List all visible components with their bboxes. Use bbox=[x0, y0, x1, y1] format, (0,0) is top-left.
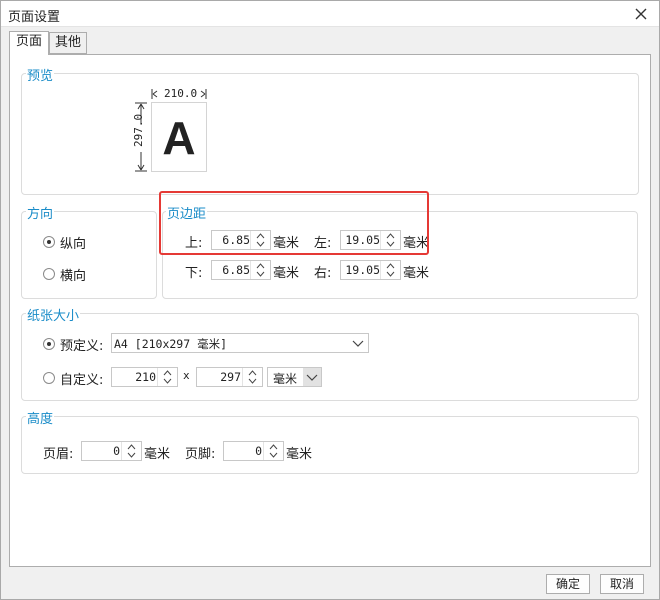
orientation-label: 方向 bbox=[26, 203, 55, 222]
chevron-up-icon[interactable] bbox=[158, 368, 177, 377]
custom-width-spinner[interactable]: 210 bbox=[111, 367, 178, 387]
preview-label: 预览 bbox=[26, 65, 55, 84]
spinner-buttons bbox=[250, 261, 270, 279]
ok-button[interactable]: 确定 bbox=[546, 574, 590, 594]
paper-size-label: 纸张大小 bbox=[26, 305, 81, 324]
page-setup-dialog: 页面设置 页面 其他 预览 210.0 297.0 A 方向 纵向 横向 页边距… bbox=[0, 0, 660, 600]
paper-size-select[interactable]: A4 [210x297 毫米] bbox=[111, 333, 369, 353]
footer-unit: 毫米 bbox=[286, 447, 313, 462]
custom-unit-value: 毫米 bbox=[273, 372, 298, 386]
height-label: 高度 bbox=[26, 408, 55, 427]
header-label: 页眉: bbox=[43, 447, 74, 462]
chevron-up-icon[interactable] bbox=[243, 368, 262, 377]
preview-width: 210.0 bbox=[163, 87, 199, 100]
spinner-buttons bbox=[380, 231, 400, 249]
header-spinner[interactable]: 0 bbox=[81, 441, 142, 461]
top-margin-spinner[interactable]: 6.85 bbox=[211, 230, 271, 250]
right-margin-spinner[interactable]: 19.05 bbox=[340, 260, 401, 280]
cancel-button[interactable]: 取消 bbox=[600, 574, 644, 594]
close-icon[interactable] bbox=[631, 4, 651, 24]
tab-other[interactable]: 其他 bbox=[49, 32, 87, 54]
bottom-margin-label: 下: bbox=[185, 266, 203, 281]
chevron-up-icon[interactable] bbox=[264, 442, 283, 451]
header-unit: 毫米 bbox=[144, 447, 171, 462]
left-margin-unit: 毫米 bbox=[403, 236, 430, 251]
footer-label: 页脚: bbox=[185, 447, 216, 462]
chevron-up-icon[interactable] bbox=[122, 442, 141, 451]
chevron-down-icon[interactable] bbox=[122, 451, 141, 460]
footer-value[interactable]: 0 bbox=[228, 444, 262, 458]
spinner-buttons bbox=[250, 231, 270, 249]
chevron-down-icon[interactable] bbox=[381, 270, 400, 279]
chevron-down-icon[interactable] bbox=[264, 451, 283, 460]
paper-size-value: A4 [210x297 毫米] bbox=[114, 337, 228, 351]
margins-label: 页边距 bbox=[166, 203, 208, 222]
chevron-up-icon[interactable] bbox=[251, 231, 270, 240]
chevron-down-icon[interactable] bbox=[381, 240, 400, 249]
spinner-buttons bbox=[263, 442, 283, 460]
custom-height-spinner[interactable]: 297 bbox=[196, 367, 263, 387]
times-sign: x bbox=[183, 369, 190, 382]
orientation-group bbox=[21, 211, 157, 299]
chevron-down-icon[interactable] bbox=[243, 377, 262, 386]
left-margin-value[interactable]: 19.05 bbox=[343, 233, 380, 247]
spinner-buttons bbox=[157, 368, 177, 386]
top-margin-value[interactable]: 6.85 bbox=[216, 233, 250, 247]
chevron-down-icon[interactable] bbox=[251, 240, 270, 249]
preview-letter: A bbox=[162, 112, 196, 164]
preview-group bbox=[21, 73, 639, 195]
portrait-radio[interactable] bbox=[43, 236, 55, 248]
custom-height-value[interactable]: 297 bbox=[201, 370, 241, 384]
chevron-up-icon[interactable] bbox=[381, 231, 400, 240]
right-margin-label: 右: bbox=[314, 266, 332, 281]
spinner-buttons bbox=[242, 368, 262, 386]
predefined-label[interactable]: 预定义: bbox=[60, 335, 103, 354]
chevron-down-icon[interactable] bbox=[158, 377, 177, 386]
left-margin-spinner[interactable]: 19.05 bbox=[340, 230, 401, 250]
custom-unit-select[interactable]: 毫米 bbox=[267, 367, 322, 387]
spinner-buttons bbox=[380, 261, 400, 279]
footer-spinner[interactable]: 0 bbox=[223, 441, 284, 461]
dialog-title: 页面设置 bbox=[8, 10, 61, 25]
chevron-down-icon[interactable] bbox=[251, 270, 270, 279]
chevron-up-icon[interactable] bbox=[381, 261, 400, 270]
chevron-down-icon[interactable] bbox=[348, 334, 368, 352]
preview-height: 297.0 bbox=[132, 114, 152, 147]
custom-width-value[interactable]: 210 bbox=[116, 370, 156, 384]
paper-size-group bbox=[21, 313, 639, 401]
right-margin-unit: 毫米 bbox=[403, 266, 430, 281]
chevron-up-icon[interactable] bbox=[251, 261, 270, 270]
title-bar: 页面设置 bbox=[1, 1, 659, 27]
landscape-label[interactable]: 横向 bbox=[60, 265, 86, 284]
left-margin-label: 左: bbox=[314, 236, 332, 251]
header-value[interactable]: 0 bbox=[86, 444, 120, 458]
portrait-label[interactable]: 纵向 bbox=[60, 233, 86, 252]
predefined-radio[interactable] bbox=[43, 338, 55, 350]
landscape-radio[interactable] bbox=[43, 268, 55, 280]
chevron-down-icon[interactable] bbox=[303, 368, 321, 386]
spinner-buttons bbox=[121, 442, 141, 460]
top-margin-label: 上: bbox=[185, 236, 203, 251]
tab-page[interactable]: 页面 bbox=[9, 31, 49, 55]
top-margin-unit: 毫米 bbox=[273, 236, 300, 251]
margins-group bbox=[162, 211, 638, 299]
bottom-margin-value[interactable]: 6.85 bbox=[216, 263, 250, 277]
bottom-margin-spinner[interactable]: 6.85 bbox=[211, 260, 271, 280]
custom-radio[interactable] bbox=[43, 372, 55, 384]
right-margin-value[interactable]: 19.05 bbox=[343, 263, 380, 277]
bottom-margin-unit: 毫米 bbox=[273, 266, 300, 281]
custom-label[interactable]: 自定义: bbox=[60, 369, 103, 388]
